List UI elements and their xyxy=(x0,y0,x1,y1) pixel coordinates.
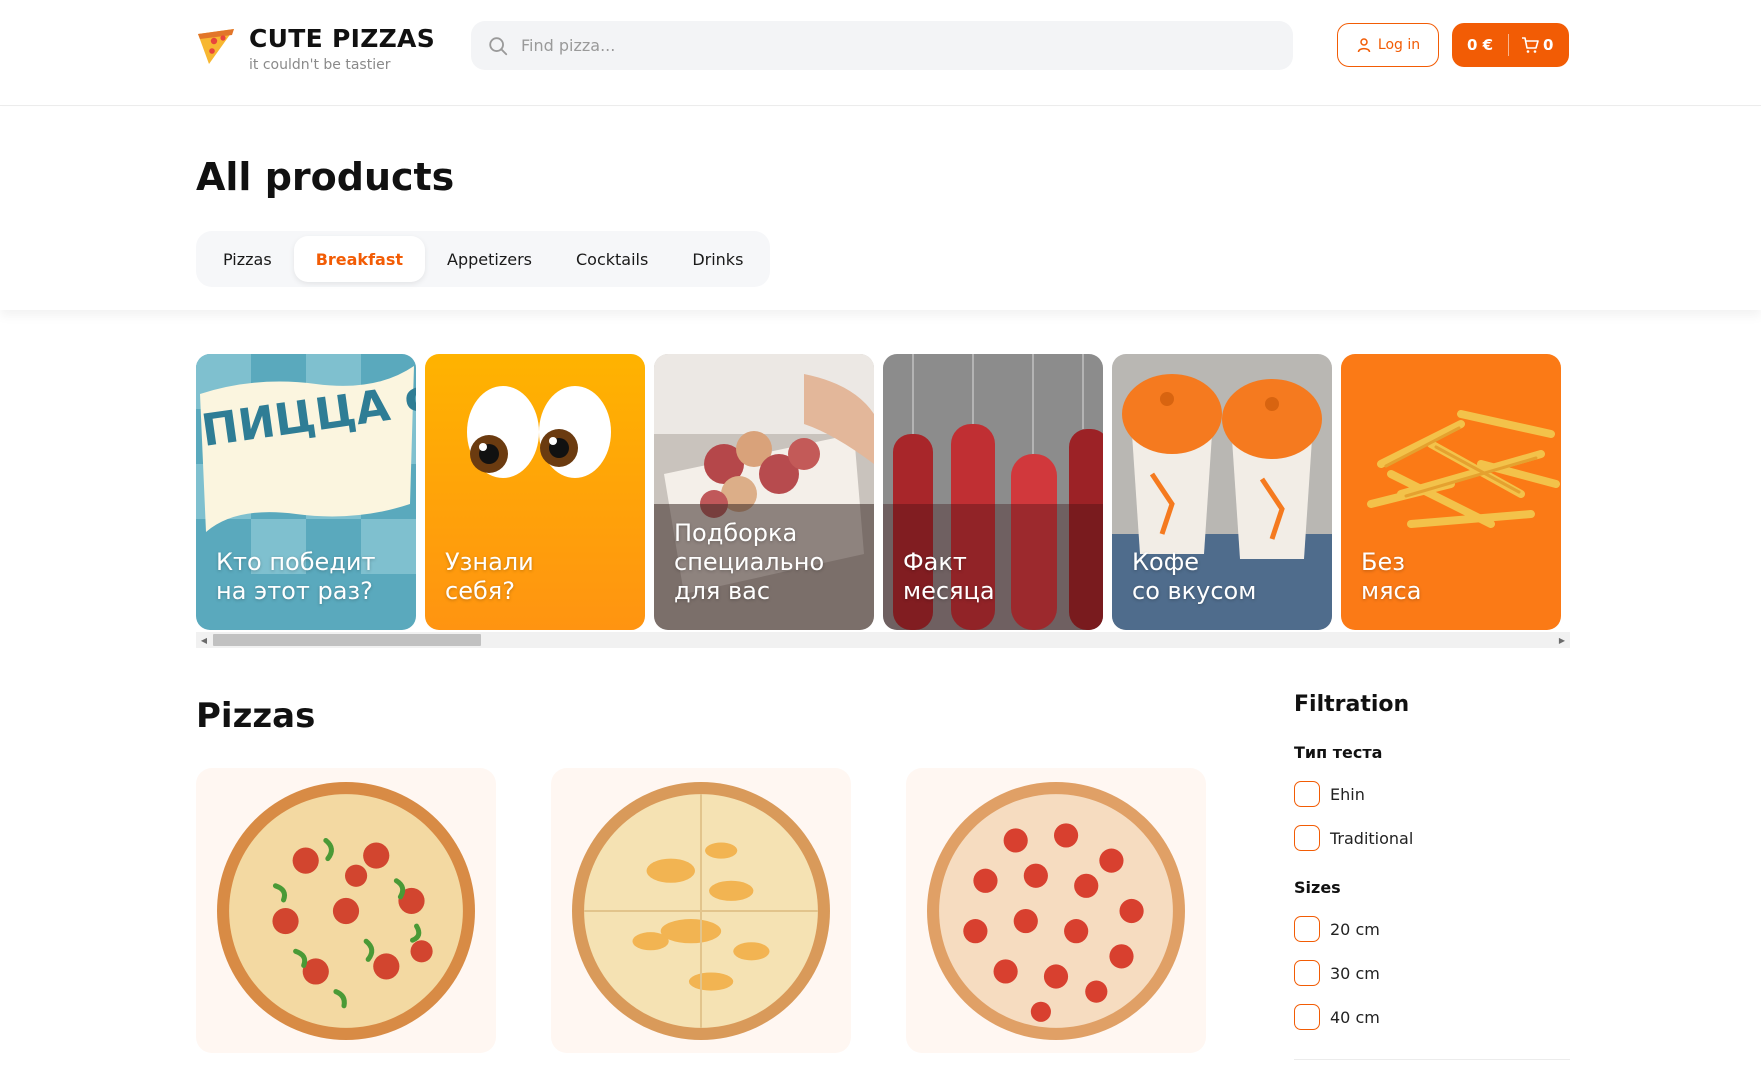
filter-option-ehin[interactable]: Ehin xyxy=(1294,772,1570,816)
checkbox-label: Traditional xyxy=(1330,828,1414,848)
header: CUTE PIZZAS it couldn't be tastier Log i… xyxy=(0,0,1761,106)
login-button[interactable]: Log in xyxy=(1337,23,1439,67)
pepperoni-pepper-pizza-image xyxy=(217,781,475,1040)
filter-option-40cm[interactable]: 40 cm xyxy=(1294,995,1570,1039)
checkbox[interactable] xyxy=(1294,960,1320,986)
category-tabs: Pizzas Breakfast Appetizers Cocktails Dr… xyxy=(196,231,771,287)
logo[interactable]: CUTE PIZZAS it couldn't be tastier xyxy=(195,24,435,74)
pizza-slice-logo-icon xyxy=(198,29,234,64)
story-card[interactable]: Кофе со вкусом xyxy=(1112,354,1332,630)
filter-group-title: Sizes xyxy=(1294,878,1341,897)
tab-cocktails[interactable]: Cocktails xyxy=(554,236,670,282)
story-card[interactable]: Без мяса xyxy=(1341,354,1561,630)
top-bar: All products Pizzas Breakfast Appetizers… xyxy=(0,107,1761,310)
search-input[interactable] xyxy=(521,36,1221,55)
checkbox[interactable] xyxy=(1294,825,1320,851)
checkbox-label: 20 cm xyxy=(1330,919,1380,939)
cart-button[interactable]: 0 € 0 xyxy=(1452,23,1569,67)
product-card[interactable] xyxy=(551,768,851,1053)
filters-panel: Filtration Тип теста Ehin Traditional Si… xyxy=(1294,692,1570,1060)
stories-scrollbar[interactable]: ◀ ▶ xyxy=(196,632,1570,648)
cheese-pizza-image xyxy=(572,781,830,1040)
filter-group-title: Тип теста xyxy=(1294,743,1383,762)
story-caption: Узнали себя? xyxy=(445,548,534,605)
user-icon xyxy=(1357,38,1371,53)
search-bar[interactable] xyxy=(471,21,1293,70)
checkbox-label: 30 cm xyxy=(1330,963,1380,983)
story-caption: Подборка специально для вас xyxy=(674,519,825,605)
scrollbar-thumb[interactable] xyxy=(213,634,481,646)
login-label: Log in xyxy=(1377,37,1421,53)
tab-pizzas[interactable]: Pizzas xyxy=(201,236,294,282)
tab-appetizers[interactable]: Appetizers xyxy=(425,236,554,282)
checkbox[interactable] xyxy=(1294,781,1320,807)
story-card[interactable]: Подборка специально для вас xyxy=(654,354,874,630)
filter-option-20cm[interactable]: 20 cm xyxy=(1294,907,1570,951)
story-caption: Кофе со вкусом xyxy=(1132,548,1257,605)
filter-option-traditional[interactable]: Traditional xyxy=(1294,816,1570,860)
story-card[interactable]: ПИЦЦА ФЕСТ Кто победит на этот раз? xyxy=(196,354,416,630)
story-caption: Без мяса xyxy=(1361,548,1422,605)
checkbox-label: 40 cm xyxy=(1330,1007,1380,1027)
page-title: All products xyxy=(196,155,455,199)
cart-price: 0 € xyxy=(1466,36,1494,54)
story-caption: Кто победит на этот раз? xyxy=(216,548,376,605)
filter-option-30cm[interactable]: 30 cm xyxy=(1294,951,1570,995)
checkbox[interactable] xyxy=(1294,1004,1320,1030)
pepperoni-pizza-image xyxy=(927,781,1185,1040)
story-card[interactable]: Узнали себя? xyxy=(425,354,645,630)
shopping-cart-icon xyxy=(1522,37,1539,53)
checkbox-label: Ehin xyxy=(1330,784,1365,804)
filters-title: Filtration xyxy=(1294,692,1410,717)
story-caption: Факт месяца xyxy=(903,548,995,605)
scroll-right-arrow-icon[interactable]: ▶ xyxy=(1554,632,1570,648)
product-card[interactable] xyxy=(906,768,1206,1053)
brand-title: CUTE PIZZAS xyxy=(249,24,436,53)
story-card[interactable]: Факт месяца xyxy=(883,354,1103,630)
brand-subtitle: it couldn't be tastier xyxy=(249,57,391,73)
search-icon xyxy=(489,36,508,55)
scroll-left-arrow-icon[interactable]: ◀ xyxy=(196,632,212,648)
cart-count: 0 xyxy=(1543,36,1554,54)
tab-breakfast[interactable]: Breakfast xyxy=(293,236,425,282)
section-title: Pizzas xyxy=(196,696,316,736)
stories-carousel: ПИЦЦА ФЕСТ Кто победит на этот раз? Узна… xyxy=(196,354,1570,630)
tab-drinks[interactable]: Drinks xyxy=(670,236,765,282)
divider xyxy=(1294,1059,1570,1060)
cart-count-wrap: 0 xyxy=(1509,36,1553,54)
checkbox[interactable] xyxy=(1294,916,1320,942)
product-card[interactable] xyxy=(196,768,496,1053)
